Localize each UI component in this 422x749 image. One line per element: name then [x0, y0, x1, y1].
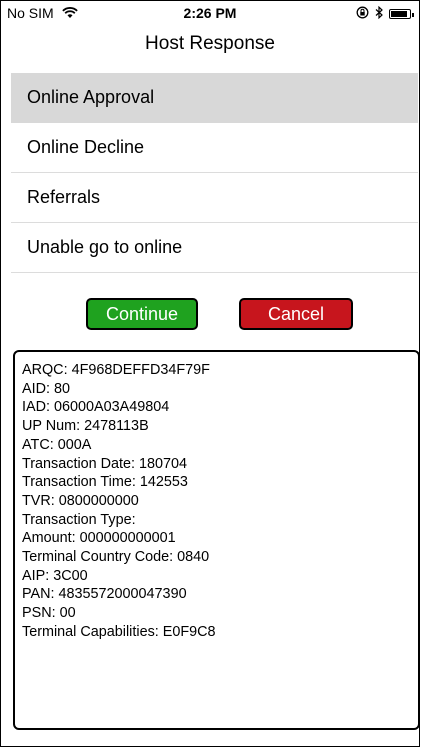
transaction-log[interactable]: ARQC: 4F968DEFFD34F79F AID: 80 IAD: 0600…: [13, 350, 420, 730]
log-line: PAN: 4835572000047390: [22, 586, 187, 603]
log-line: PSN: 00: [22, 605, 76, 622]
option-label: Referrals: [27, 187, 101, 207]
log-line: Terminal Capabilities: E0F9C8: [22, 623, 216, 640]
continue-button[interactable]: Continue: [86, 298, 198, 330]
log-line: Transaction Time: 142553: [22, 474, 188, 491]
option-unable-go-online[interactable]: Unable go to online: [11, 223, 418, 273]
bluetooth-icon: [375, 5, 383, 22]
log-line: IAD: 06000A03A49804: [22, 399, 170, 416]
log-line: ATC: 000A: [22, 436, 92, 453]
option-online-decline[interactable]: Online Decline: [11, 123, 418, 173]
cancel-button[interactable]: Cancel: [239, 298, 353, 330]
log-line: AID: 80: [22, 380, 70, 397]
screen-frame: No SIM 2:26 PM Host Response Online Appr…: [0, 0, 420, 747]
option-referrals[interactable]: Referrals: [11, 173, 418, 223]
page-title: Host Response: [145, 33, 275, 54]
orientation-lock-icon: [356, 6, 369, 22]
log-line: Transaction Date: 180704: [22, 455, 188, 472]
log-line: Transaction Type:: [22, 511, 136, 528]
log-line: AIP: 3C00: [22, 567, 88, 584]
log-line: Terminal Country Code: 0840: [22, 549, 210, 566]
option-label: Unable go to online: [27, 237, 183, 257]
log-line: ARQC: 4F968DEFFD34F79F: [22, 362, 210, 378]
battery-icon: [389, 9, 414, 19]
response-option-list: Online Approval Online Decline Referrals…: [11, 73, 418, 273]
battery-level: [391, 11, 408, 17]
log-line: TVR: 0800000000: [22, 492, 139, 509]
option-label: Online Approval: [27, 87, 155, 107]
log-line: Amount: 000000000001: [22, 530, 176, 547]
log-line: UP Num: 2478113B: [22, 418, 149, 435]
status-bar: No SIM 2:26 PM: [1, 1, 419, 29]
option-online-approval[interactable]: Online Approval: [11, 73, 418, 123]
status-icons: [356, 5, 414, 22]
option-label: Online Decline: [27, 137, 145, 157]
